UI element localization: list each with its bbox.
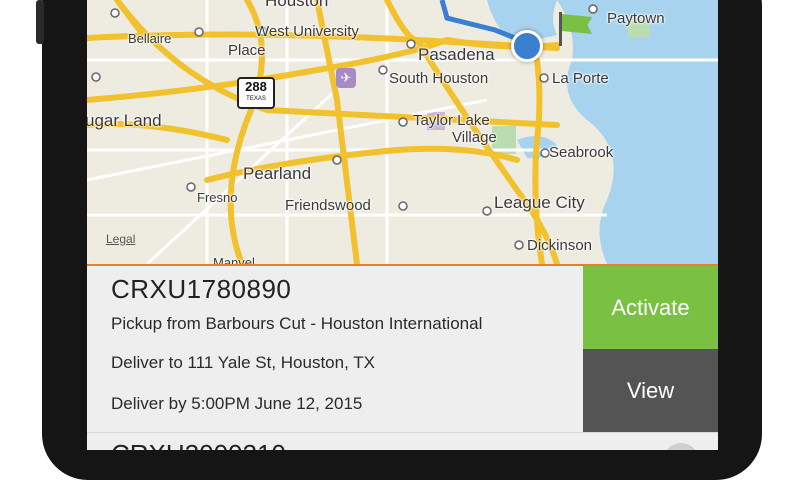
city-label: ugar Land	[87, 111, 162, 130]
view-button[interactable]: View	[583, 349, 718, 432]
city-label: Bellaire	[128, 31, 172, 46]
highway-shield-icon: 288 TEXAS	[237, 77, 275, 109]
phone-side-button	[36, 0, 44, 44]
highway-state: TEXAS	[246, 96, 266, 102]
city-label: South Houston	[389, 70, 489, 87]
order-card[interactable]: CRXU1780890 Pickup from Barbours Cut - H…	[87, 266, 583, 432]
city-label: La Porte	[552, 70, 609, 87]
city-label: Pasadena	[418, 45, 495, 64]
city-label: League City	[494, 193, 585, 212]
app-screen: Houston Paytown Bellaire West University…	[87, 0, 718, 450]
map-view[interactable]: Houston Paytown Bellaire West University…	[87, 0, 718, 264]
destination-flag-icon[interactable]	[557, 10, 597, 50]
pickup-location: Pickup from Barbours Cut - Houston Inter…	[111, 314, 483, 333]
city-label: Pearland	[243, 164, 312, 183]
order-id: CRXU1780890	[111, 274, 292, 304]
city-label: Taylor Lake	[413, 112, 490, 129]
city-label: Seabrook	[549, 144, 614, 161]
highway-number: 288	[245, 79, 267, 94]
delivery-deadline: Deliver by 5:00PM June 12, 2015	[111, 394, 363, 413]
city-label: Village	[452, 129, 497, 146]
city-label: Manvel	[213, 255, 255, 264]
city-label: Place	[228, 42, 266, 59]
city-label: Paytown	[607, 10, 665, 27]
city-label: Fresno	[197, 190, 238, 205]
map-legal-link[interactable]: Legal	[106, 232, 135, 246]
city-label: Dickinson	[527, 237, 593, 254]
city-label: Houston	[265, 0, 329, 10]
activate-button[interactable]: Activate	[583, 266, 718, 349]
order-card[interactable]: CRXU2000210	[87, 432, 718, 450]
airport-icon[interactable]: ✈	[336, 68, 356, 88]
current-location-icon[interactable]	[511, 30, 543, 62]
order-id: CRXU2000210	[111, 439, 286, 450]
status-circle-icon	[663, 443, 699, 450]
delivery-address: Deliver to 111 Yale St, Houston, TX	[111, 353, 375, 372]
map-canvas	[87, 0, 718, 264]
city-label: West University	[255, 23, 359, 40]
city-label: Friendswood	[285, 197, 371, 214]
